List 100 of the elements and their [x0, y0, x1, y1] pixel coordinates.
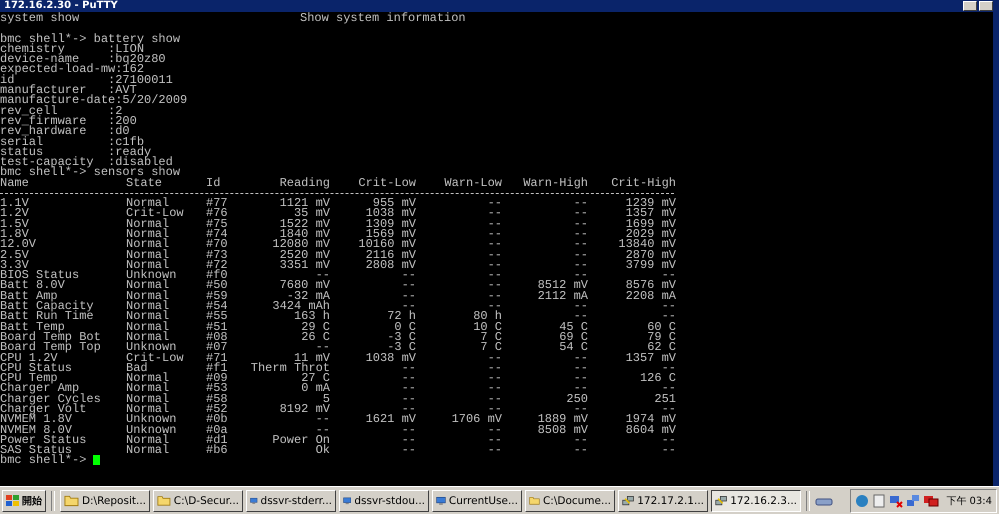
table-cell-text: Batt Run Time	[0, 311, 95, 322]
table-cell-text: 250	[565, 394, 588, 404]
table-cell-text: 1.2V	[0, 208, 30, 219]
table-cell-text: 10160 mV	[357, 239, 416, 250]
table-cell-text: --	[400, 383, 416, 394]
globe-icon[interactable]	[855, 494, 870, 508]
table-cell-text: NVMEM 1.8V	[0, 414, 72, 425]
table-cell-text: --	[400, 290, 416, 302]
terminal-line: system show	[0, 13, 80, 24]
table-cell-text: --	[662, 404, 676, 414]
table-cell-text: 1522 mV	[278, 218, 330, 229]
attribute-value: :162	[115, 64, 144, 75]
table-cell-text: Charger Amp	[0, 383, 80, 394]
table-cell-text: 11 mV	[292, 352, 330, 363]
taskbar-button[interactable]: dssvr-stderr...	[246, 490, 336, 512]
table-cell-text: 10 C	[472, 322, 502, 332]
table-cell-text: Power Status	[0, 434, 88, 446]
attribute-value: :2	[108, 106, 122, 116]
table-cell-text: CPU Temp	[0, 373, 58, 384]
table-cell-text: Normal	[126, 311, 170, 322]
terminal-line: bmc shell*-> sensors show	[0, 167, 180, 178]
table-cell-text: #77	[206, 198, 229, 208]
taskbar-button[interactable]: D:\Reposit...	[60, 490, 150, 512]
table-cell-text: 163 h	[294, 311, 330, 322]
table-cell-text: 8512 mV	[536, 280, 588, 291]
table-cell-text: 2870 mV	[624, 250, 676, 260]
attribute-key: manufacturer	[0, 85, 108, 96]
table-cell-text: 1699 mV	[624, 218, 676, 229]
attribute-key: test-capacity	[0, 157, 108, 168]
document-icon[interactable]	[872, 494, 886, 508]
table-cell-text: --	[401, 301, 416, 312]
taskbar-button[interactable]: 172.16.2.3...	[711, 490, 801, 512]
table-cell-text: --	[660, 301, 676, 312]
table-cell-text: 8508 mV	[536, 424, 588, 435]
taskbar-button[interactable]: dssvr-stdou...	[339, 490, 429, 512]
attribute-value: :d0	[108, 126, 130, 137]
table-cell-text: --	[574, 383, 588, 394]
table-cell-text: --	[572, 373, 588, 384]
table-cell-text: --	[486, 218, 502, 229]
table-cell-text: --	[572, 208, 588, 219]
table-cell-text: #08	[206, 332, 229, 342]
table-cell-text: #59	[206, 290, 229, 302]
table-cell-text: 3351 mV	[278, 260, 330, 270]
column-header: State	[126, 178, 164, 188]
table-cell-text: 2520 mV	[278, 250, 330, 260]
table-cell-text: #f0	[206, 270, 229, 280]
maximize-button[interactable]	[979, 1, 993, 11]
table-cell-text: Unknown	[126, 414, 178, 425]
table-cell-text: --	[572, 362, 588, 374]
table-cell-text: 5	[322, 394, 330, 404]
table-cell-text: Board Temp Top	[0, 342, 102, 352]
attribute-key: rev_firmware	[0, 116, 108, 126]
taskbar-button[interactable]: C:\Docume...	[525, 490, 615, 512]
table-cell: Therm Throt	[250, 362, 330, 374]
table-cell-text: --	[572, 218, 588, 229]
table-cell-text: 45 C	[558, 322, 588, 332]
table-cell-text: 1121 mV	[278, 198, 330, 208]
network-error-icon[interactable]	[889, 494, 904, 508]
table-cell-text: -3 C	[387, 342, 416, 352]
taskbar-button[interactable]: CurrentUse...	[432, 490, 522, 512]
table-cell-text: 2808 mV	[364, 260, 416, 270]
table-cell-text: Normal	[126, 332, 170, 342]
table-cell-text: Normal	[126, 434, 170, 446]
table-cell-text: --	[315, 342, 330, 352]
table-cell-text: --	[486, 373, 502, 384]
taskbar-button[interactable]: C:\D-Secur...	[153, 490, 243, 512]
table-cell-text: Batt Temp	[0, 322, 65, 332]
table-cell-text: BIOS Status	[0, 270, 80, 280]
computers-icon	[715, 494, 728, 508]
column-header: Id	[206, 178, 222, 188]
table-cell-text: 7 C	[479, 342, 502, 352]
display-icon[interactable]	[923, 494, 940, 508]
table-cell-text: 1038 mV	[364, 208, 416, 219]
table-cell-text: 79 C	[646, 332, 676, 342]
minimize-button[interactable]	[963, 1, 977, 11]
table-cell-text: Normal	[126, 445, 170, 456]
column-header: Name	[0, 178, 30, 188]
start-button[interactable]: 開始	[2, 490, 46, 512]
table-cell-text: --	[572, 352, 588, 363]
table-cell-text: --	[486, 239, 502, 250]
attribute-key: rev_cell	[0, 106, 108, 116]
table-cell-text: 1038 mV	[364, 352, 416, 363]
attribute-key: status	[0, 146, 108, 158]
table-cell-text: #74	[206, 228, 229, 240]
table-cell-text: 69 C	[558, 332, 588, 342]
table-cell-text: --	[486, 362, 502, 374]
table-cell-text: 1357 mV	[624, 208, 676, 219]
attribute-key: device-name	[0, 54, 108, 64]
taskbar-button[interactable]: 172.17.2.1...	[618, 490, 708, 512]
table-cell-text: Batt Capacity	[0, 301, 95, 312]
table-cell-text: --	[487, 301, 502, 312]
attribute-value: :200	[108, 116, 137, 126]
table-cell-text: --	[660, 270, 676, 280]
table-cell-text: Ok	[314, 445, 330, 456]
network-icon[interactable]	[906, 494, 920, 508]
folder-icon	[529, 494, 540, 507]
folder-icon	[64, 494, 79, 507]
table-cell-text: Normal	[126, 290, 170, 302]
table-cell-text: #50	[206, 280, 229, 291]
table-cell-text: Unknown	[126, 342, 176, 352]
